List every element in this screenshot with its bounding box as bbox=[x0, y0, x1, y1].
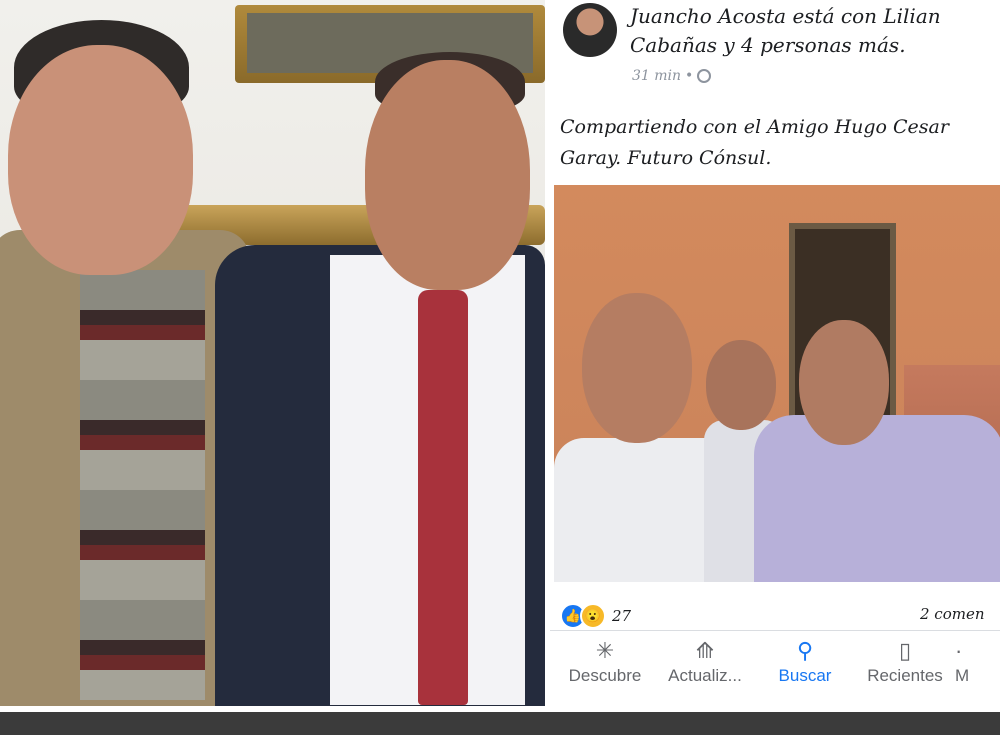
globe-icon bbox=[697, 69, 712, 83]
wow-icon: 😮 bbox=[580, 603, 606, 629]
post-text: Compartiendo con el Amigo Hugo Cesar Gar… bbox=[560, 112, 1000, 174]
facebook-post: Juancho Acosta está con Lilian Cabañas y… bbox=[550, 0, 1000, 706]
bottom-tab-bar: ✳ Descubre ⟰ Actualiz... ⚲ Buscar ▯ Reci… bbox=[550, 636, 1000, 706]
man-lilac-shirt bbox=[754, 415, 1000, 582]
search-icon: ⚲ bbox=[796, 638, 814, 663]
reactions-summary[interactable]: 👍 😮 27 bbox=[560, 603, 631, 629]
tab-label: Descubre bbox=[568, 666, 642, 685]
tab-recientes[interactable]: ▯ Recientes bbox=[850, 636, 960, 686]
avatar[interactable] bbox=[563, 3, 617, 57]
tab-label: Recientes bbox=[867, 666, 943, 685]
post-photo[interactable] bbox=[554, 185, 1000, 582]
sparkle-icon: ✳ bbox=[595, 638, 615, 663]
tab-label: Actualiz... bbox=[668, 666, 742, 685]
recent-icon: ▯ bbox=[898, 638, 912, 663]
tab-actualizaciones[interactable]: ⟰ Actualiz... bbox=[650, 636, 760, 686]
tab-label: M bbox=[955, 666, 970, 685]
inbox-icon: ⟰ bbox=[695, 638, 715, 663]
reaction-count: 27 bbox=[612, 607, 632, 625]
post-time: 31 min bbox=[632, 68, 682, 84]
tab-mas[interactable]: · M bbox=[955, 636, 1000, 686]
bottom-bar bbox=[0, 712, 1000, 735]
comments-count[interactable]: 2 comen bbox=[920, 605, 985, 623]
divider bbox=[550, 630, 1000, 631]
post-author-line[interactable]: Juancho Acosta está con Lilian Cabañas y… bbox=[630, 2, 1000, 60]
more-icon: · bbox=[955, 638, 963, 663]
tab-buscar[interactable]: ⚲ Buscar bbox=[750, 636, 860, 686]
tab-descubre[interactable]: ✳ Descubre bbox=[550, 636, 660, 686]
post-text-line: Compartiendo con el Amigo Hugo Cesar bbox=[560, 116, 949, 138]
post-meta: 31 min • bbox=[632, 68, 712, 84]
post-text-line: Garay. Futuro Cónsul. bbox=[560, 147, 772, 169]
tab-label: Buscar bbox=[778, 666, 832, 685]
left-photo bbox=[0, 0, 545, 706]
